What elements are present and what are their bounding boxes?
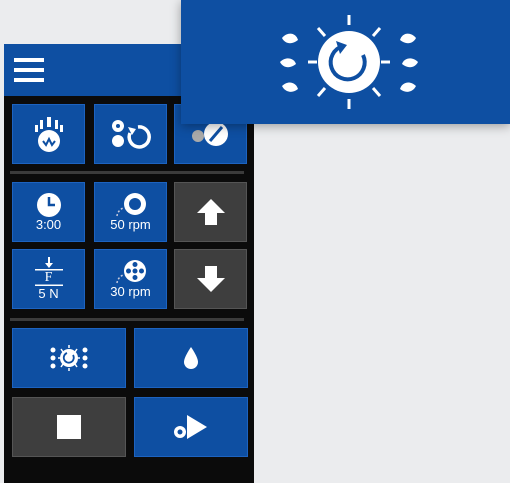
stop-icon: [56, 414, 82, 440]
fan-rotate-icon: [110, 117, 152, 151]
increase-button[interactable]: [174, 182, 247, 242]
play-icon: [171, 412, 211, 442]
force-symbol: F: [44, 270, 53, 285]
speed-setting-button[interactable]: 50 rpm: [94, 182, 167, 242]
fan-rotate-button[interactable]: [94, 104, 167, 164]
multi-nozzle-icon: [30, 115, 68, 153]
arrow-down-icon: [195, 264, 227, 294]
droplet-icon: [182, 346, 200, 370]
decrease-button[interactable]: [174, 249, 247, 309]
spray-spin-icon: [274, 12, 424, 112]
divider: [10, 171, 244, 174]
force-icon: F: [34, 257, 64, 287]
pump-setting-button[interactable]: 30 rpm: [94, 249, 167, 309]
play-button[interactable]: [134, 397, 248, 457]
hamburger-menu-icon[interactable]: [14, 57, 44, 83]
speed-dial-icon: [113, 192, 149, 218]
time-setting-button[interactable]: 3:00: [12, 182, 85, 242]
clock-icon: [36, 192, 62, 218]
speed-value: 50 rpm: [110, 217, 151, 232]
arrow-up-icon: [195, 197, 227, 227]
multi-nozzle-button[interactable]: [12, 104, 85, 164]
force-value: 5 N: [38, 286, 59, 301]
divider: [10, 318, 244, 321]
spray-spin-button[interactable]: [12, 328, 126, 388]
zoom-preview: [181, 0, 510, 124]
force-setting-button[interactable]: F 5 N: [12, 249, 85, 309]
spray-spin-icon: [49, 343, 89, 373]
droplet-button[interactable]: [134, 328, 248, 388]
pump-value: 30 rpm: [110, 284, 151, 299]
pump-wheel-icon: [113, 259, 149, 285]
stop-button[interactable]: [12, 397, 126, 457]
time-value: 3:00: [35, 217, 62, 232]
